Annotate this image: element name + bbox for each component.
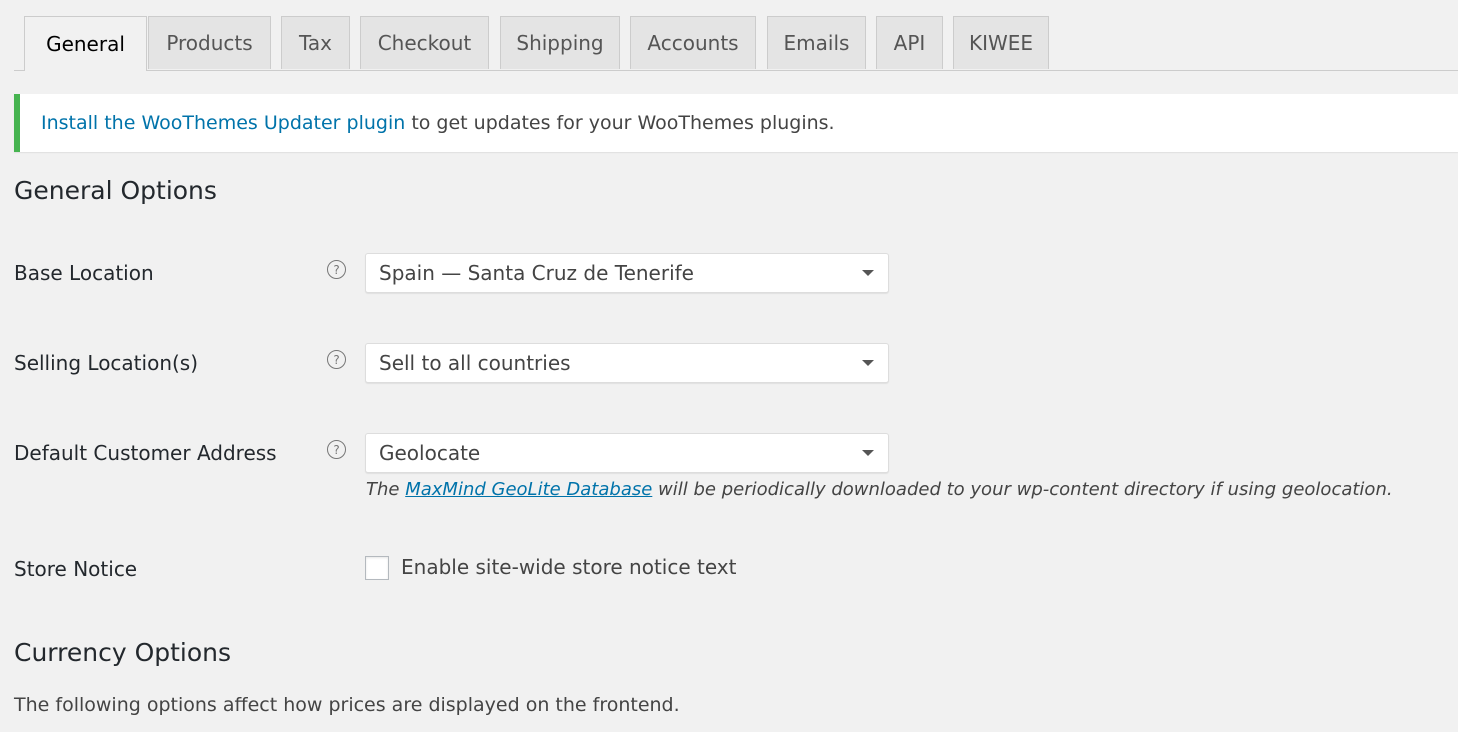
install-updater-link[interactable]: Install the WooThemes Updater plugin	[41, 112, 405, 134]
desc-suffix: will be periodically downloaded to your …	[652, 479, 1393, 500]
store-notice-label: Store Notice	[14, 557, 138, 581]
updater-notice: Install the WooThemes Updater plugin to …	[14, 94, 1458, 152]
base-location-label: Base Location	[14, 261, 154, 285]
default-customer-address-value: Geolocate	[379, 441, 481, 465]
geolocation-description: The MaxMind GeoLite Database will be per…	[366, 479, 1393, 500]
help-icon[interactable]: ?	[327, 440, 346, 459]
help-icon[interactable]: ?	[327, 260, 346, 279]
tab-accounts[interactable]: Accounts	[630, 16, 756, 69]
currency-options-description: The following options affect how prices …	[14, 694, 680, 716]
base-location-select[interactable]: Spain — Santa Cruz de Tenerife	[365, 253, 889, 293]
tab-api[interactable]: API	[876, 16, 943, 69]
tab-label: Tax	[299, 31, 332, 55]
settings-tabs: General Products Tax Checkout Shipping A…	[14, 16, 1458, 71]
tab-checkout[interactable]: Checkout	[360, 16, 489, 69]
store-notice-checkbox-label[interactable]: Enable site-wide store notice text	[401, 555, 736, 579]
selling-locations-value: Sell to all countries	[379, 351, 571, 375]
tab-label: Accounts	[647, 31, 739, 55]
selling-locations-select[interactable]: Sell to all countries	[365, 343, 889, 383]
store-notice-checkbox[interactable]	[365, 556, 389, 580]
chevron-down-icon	[862, 450, 874, 456]
base-location-value: Spain — Santa Cruz de Tenerife	[379, 261, 694, 285]
tab-products[interactable]: Products	[148, 16, 271, 69]
tab-shipping[interactable]: Shipping	[500, 16, 620, 69]
tab-label: Products	[166, 31, 253, 55]
tab-label: Shipping	[516, 31, 604, 55]
maxmind-link[interactable]: MaxMind GeoLite Database	[405, 479, 652, 500]
tab-label: Checkout	[377, 31, 472, 55]
general-options-heading: General Options	[14, 176, 217, 205]
chevron-down-icon	[862, 270, 874, 276]
tab-kiwee[interactable]: KIWEE	[953, 16, 1049, 69]
notice-text: to get updates for your WooThemes plugin…	[405, 112, 835, 134]
tab-label: Emails	[783, 31, 850, 55]
tab-label: API	[893, 31, 926, 55]
default-customer-address-label: Default Customer Address	[14, 441, 277, 465]
chevron-down-icon	[862, 360, 874, 366]
tab-label: General	[46, 32, 125, 56]
tab-label: KIWEE	[968, 31, 1034, 55]
selling-locations-label: Selling Location(s)	[14, 351, 199, 375]
help-icon[interactable]: ?	[327, 350, 346, 369]
currency-options-heading: Currency Options	[14, 638, 232, 667]
desc-prefix: The	[366, 479, 406, 500]
tab-general[interactable]: General	[24, 16, 147, 71]
tab-tax[interactable]: Tax	[281, 16, 350, 69]
default-customer-address-select[interactable]: Geolocate	[365, 433, 889, 473]
tab-emails[interactable]: Emails	[767, 16, 866, 69]
